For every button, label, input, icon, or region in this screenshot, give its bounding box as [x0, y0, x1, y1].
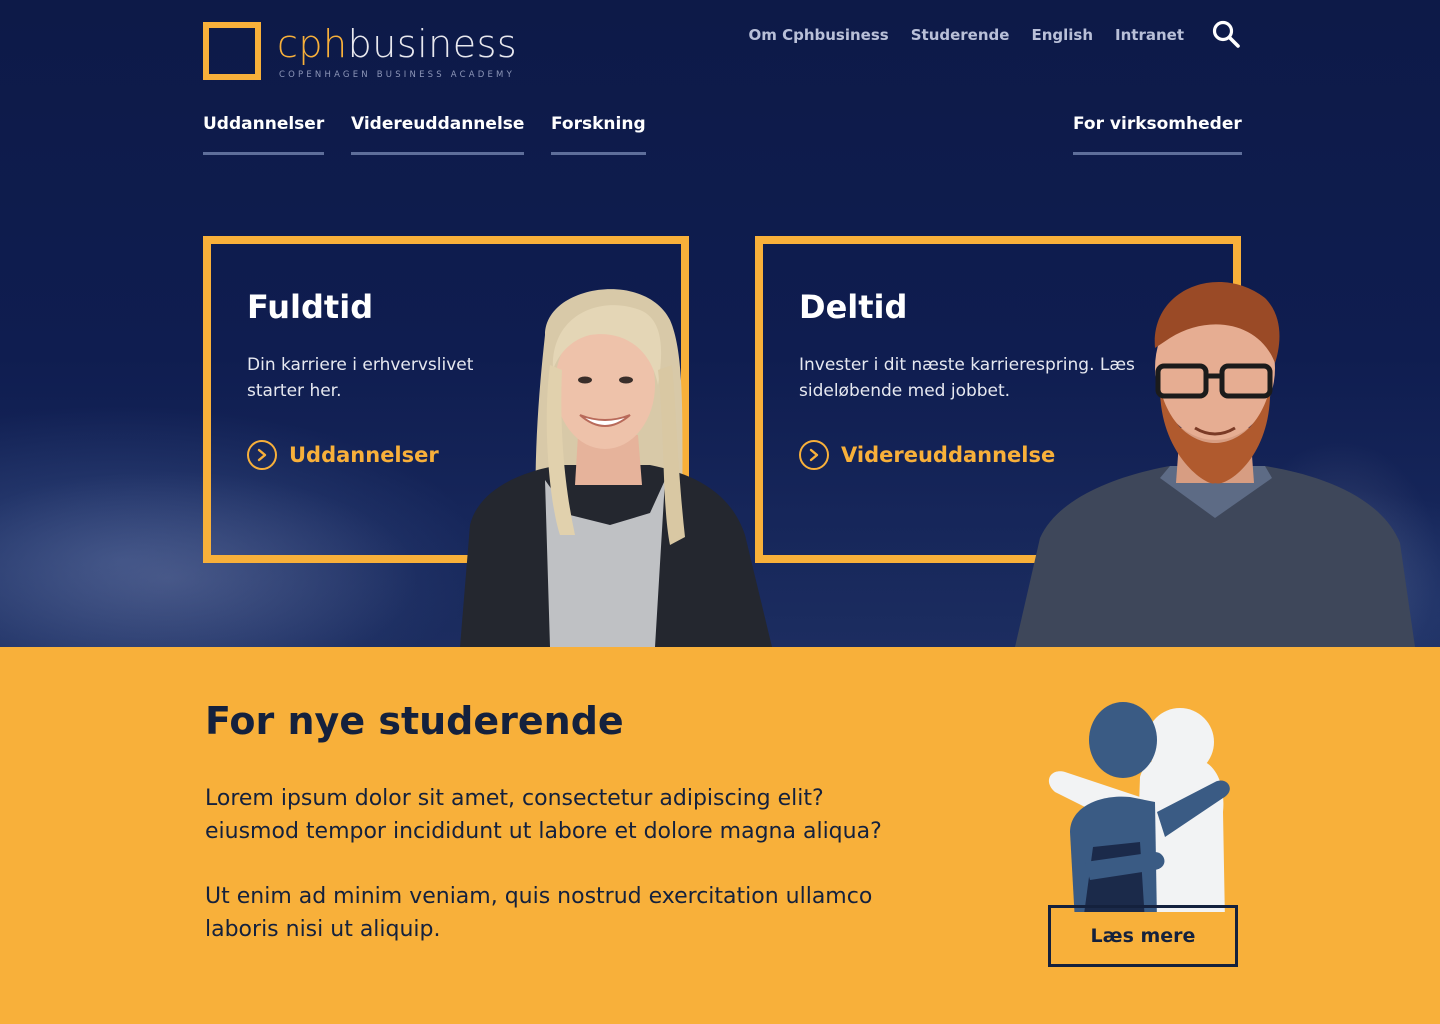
card-link-uddannelser[interactable]: Uddannelser [247, 440, 439, 470]
chevron-right-icon [799, 440, 829, 470]
section-paragraph: Ut enim ad minim veniam, quis nostrud ex… [205, 884, 873, 942]
mainnav-forskning[interactable]: Forskning [551, 114, 646, 155]
search-icon[interactable] [1211, 19, 1241, 49]
topnav-english[interactable]: English [1031, 26, 1093, 44]
mainnav-videreuddannelse[interactable]: Videreuddannelse [351, 114, 525, 155]
hug-illustration-icon [1048, 702, 1230, 912]
mainnav-for-virksomheder[interactable]: For virksomheder [1073, 114, 1242, 155]
card-title: Deltid [799, 288, 908, 326]
student-photo-woman [460, 289, 772, 647]
topnav-intranet[interactable]: Intranet [1115, 26, 1184, 44]
section-title: For nye studerende [205, 699, 624, 743]
topnav-studerende[interactable]: Studerende [911, 26, 1010, 44]
new-students-section: For nye studerende Lorem ipsum dolor sit… [0, 647, 1440, 1024]
read-more-button[interactable]: Læs mere [1048, 905, 1238, 967]
student-photo-man [1015, 282, 1415, 647]
mainnav-uddannelser[interactable]: Uddannelser [203, 114, 325, 155]
logo-subtitle: COPENHAGEN BUSINESS ACADEMY [279, 70, 515, 80]
logo-square-icon [203, 22, 261, 80]
top-navigation: Om Cphbusiness Studerende English Intran… [748, 26, 1184, 44]
chevron-right-icon [247, 440, 277, 470]
section-paragraph: Lorem ipsum dolor sit amet, consectetur … [205, 786, 882, 844]
hero-banner: cphbusiness COPENHAGEN BUSINESS ACADEMY … [0, 0, 1440, 647]
logo[interactable]: cphbusiness COPENHAGEN BUSINESS ACADEMY [203, 22, 517, 80]
logo-wordmark: cphbusiness [277, 22, 518, 66]
card-title: Fuldtid [247, 288, 374, 326]
topnav-om-cphbusiness[interactable]: Om Cphbusiness [748, 26, 888, 44]
